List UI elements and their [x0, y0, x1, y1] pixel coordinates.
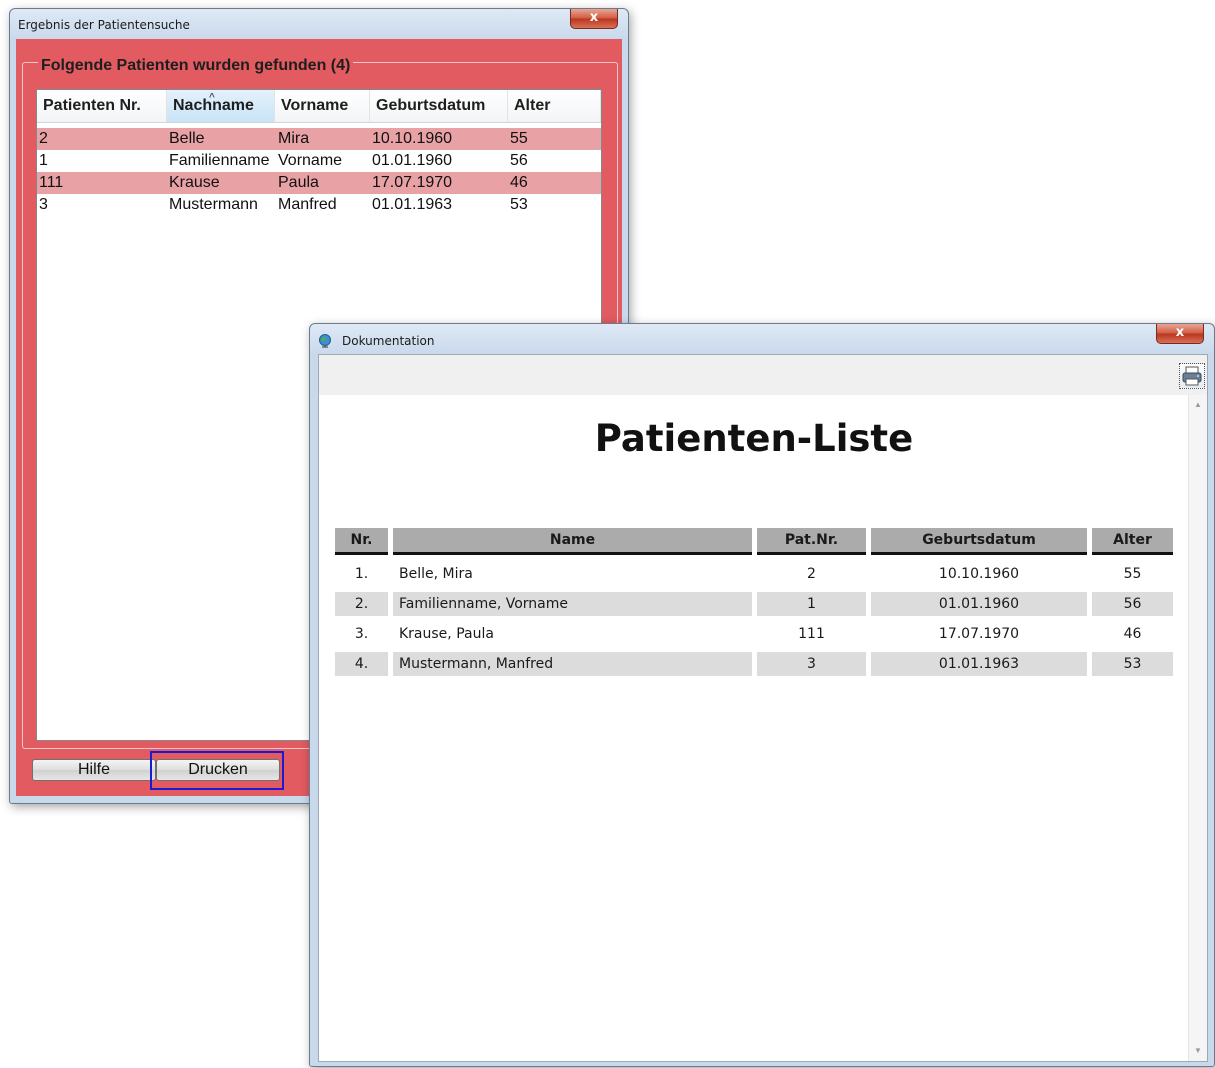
- list-cell: 2: [39, 130, 48, 147]
- list-cell: 111: [39, 174, 64, 191]
- list-cell: Mustermann: [169, 196, 258, 213]
- report-cell: 2: [807, 566, 816, 582]
- report-cell: 2.: [335, 592, 388, 616]
- list-cell: 1: [39, 152, 48, 169]
- toolbar: [319, 355, 1207, 395]
- print-button[interactable]: Drucken: [156, 759, 280, 781]
- sort-ascending-icon: ^: [209, 92, 215, 103]
- chevron-up-icon[interactable]: ▲: [1189, 397, 1207, 413]
- documentation-window: Dokumentation x ▲ ▼ Patienten-Liste Nr. …: [309, 323, 1215, 1067]
- list-row[interactable]: 2 Belle Mira 10.10.1960 55: [37, 128, 601, 150]
- title-bar[interactable]: Dokumentation x: [310, 324, 1214, 354]
- report-header-name: Name: [393, 528, 752, 555]
- globe-icon: [319, 334, 331, 348]
- column-header-patient-nr[interactable]: Patienten Nr.: [37, 90, 167, 122]
- report-cell: 01.01.1963: [871, 652, 1087, 676]
- list-row[interactable]: 111 Krause Paula 17.07.1970 46: [37, 172, 601, 194]
- report-cell: 56: [1092, 592, 1173, 616]
- vertical-scrollbar[interactable]: ▲ ▼: [1188, 395, 1207, 1061]
- window-title: Dokumentation: [342, 334, 435, 348]
- column-header-alter[interactable]: Alter: [508, 90, 601, 122]
- report-cell: 55: [1123, 566, 1142, 582]
- report-cell: 46: [1123, 626, 1142, 642]
- document-heading: Patienten-Liste: [594, 417, 914, 460]
- column-header-geburtsdatum[interactable]: Geburtsdatum: [370, 90, 508, 122]
- report-cell: 1.: [354, 566, 369, 582]
- list-cell: Krause: [169, 174, 220, 191]
- list-cell: Paula: [278, 174, 319, 191]
- report-cell: 3: [757, 652, 866, 676]
- report-cell: Krause, Paula: [399, 626, 494, 642]
- printer-icon: [1182, 366, 1202, 386]
- help-button[interactable]: Hilfe: [32, 759, 156, 781]
- report-cell: 10.10.1960: [938, 566, 1020, 582]
- list-cell: 53: [510, 196, 528, 213]
- list-cell: 17.07.1970: [372, 174, 453, 191]
- list-cell: Belle: [169, 130, 205, 147]
- report-cell: Familienname, Vorname: [393, 592, 752, 616]
- list-cell: Manfred: [278, 196, 337, 213]
- report-cell: 4.: [335, 652, 388, 676]
- column-header-vorname[interactable]: Vorname: [275, 90, 370, 122]
- list-cell: 55: [510, 130, 528, 147]
- list-cell: Familienname: [169, 152, 270, 169]
- report-cell: Belle, Mira: [399, 566, 473, 582]
- column-header-nachname[interactable]: ^ Nachname: [167, 90, 275, 122]
- report-header-nr: Nr.: [335, 528, 388, 555]
- list-cell: 01.01.1960: [372, 152, 453, 169]
- list-cell: Vorname: [278, 152, 343, 169]
- report-header-geburtsdatum: Geburtsdatum: [871, 528, 1087, 555]
- print-toolbar-button[interactable]: [1179, 363, 1205, 389]
- report-cell: 01.01.1960: [871, 592, 1087, 616]
- report-cell: 111: [798, 626, 825, 642]
- list-cell: 3: [39, 196, 48, 213]
- list-cell: 56: [510, 152, 528, 169]
- list-cell: 10.10.1960: [372, 130, 453, 147]
- window-title: Ergebnis der Patientensuche: [18, 18, 190, 32]
- report-cell: 17.07.1970: [938, 626, 1020, 642]
- chevron-down-icon[interactable]: ▼: [1189, 1043, 1207, 1059]
- report-cell: 53: [1092, 652, 1173, 676]
- title-bar[interactable]: Ergebnis der Patientensuche x: [10, 9, 628, 39]
- list-cell: 46: [510, 174, 528, 191]
- close-button[interactable]: x: [570, 9, 618, 29]
- close-button[interactable]: x: [1156, 324, 1204, 344]
- list-header: Patienten Nr. ^ Nachname Vorname Geburts…: [37, 90, 601, 123]
- report-cell: Mustermann, Manfred: [393, 652, 752, 676]
- document-viewer: ▲ ▼ Patienten-Liste Nr. Name Pat.Nr. Geb…: [318, 354, 1208, 1062]
- list-row[interactable]: 3 Mustermann Manfred 01.01.1963 53: [37, 194, 601, 216]
- report-header-pat-nr: Pat.Nr.: [757, 528, 866, 555]
- group-title: Folgende Patienten wurden gefunden (4): [38, 57, 354, 75]
- report-cell: 1: [757, 592, 866, 616]
- list-row[interactable]: 1 Familienname Vorname 01.01.1960 56: [37, 150, 601, 172]
- list-cell: 01.01.1963: [372, 196, 453, 213]
- report-cell: 3.: [354, 626, 369, 642]
- report-header-alter: Alter: [1092, 528, 1173, 555]
- list-cell: Mira: [278, 130, 310, 147]
